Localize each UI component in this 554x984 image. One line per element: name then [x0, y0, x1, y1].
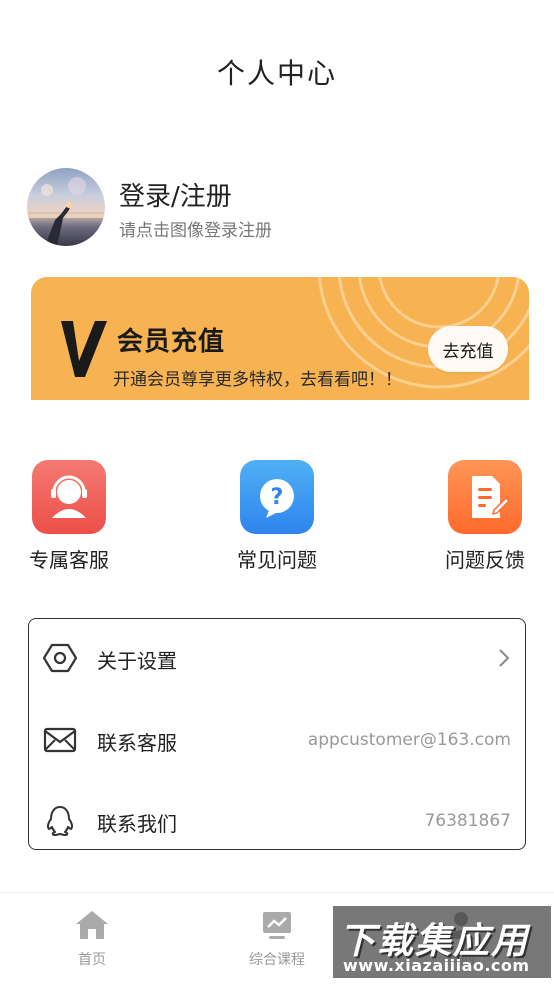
feedback-doc-icon [448, 460, 522, 534]
vip-card[interactable]: 会员充值 开通会员尊享更多特权，去看看吧！！ 去充值 [31, 277, 529, 400]
menu-item-contact-service[interactable]: 联系客服 appcustomer@163.com [29, 711, 525, 771]
menu-item-contact-us[interactable]: 联系我们 76381867 [29, 792, 525, 852]
vip-v-logo-icon [61, 321, 107, 377]
login-subtitle: 请点击图像登录注册 [119, 221, 272, 241]
avatar-image-icon [27, 177, 105, 246]
quick-faq[interactable]: ? 常见问题 [212, 460, 342, 573]
profile-section[interactable]: 登录/注册 请点击图像登录注册 [27, 168, 527, 248]
avatar[interactable] [27, 168, 105, 246]
tab-label: 首页 [78, 952, 106, 968]
menu-label: 联系客服 [97, 731, 177, 755]
quick-label: 专属客服 [29, 548, 109, 572]
tab-home[interactable]: 首页 [42, 909, 142, 969]
menu-label: 联系我们 [97, 812, 177, 836]
watermark-overlay: 下载集应用 www.xiazaiiiao.com [333, 906, 551, 978]
login-title[interactable]: 登录/注册 [119, 176, 232, 213]
mail-icon [43, 727, 77, 753]
quick-label: 常见问题 [237, 548, 317, 572]
quick-feedback[interactable]: 问题反馈 [420, 460, 550, 573]
home-icon [76, 911, 108, 939]
svg-text:?: ? [271, 485, 284, 510]
customer-service-icon [32, 460, 106, 534]
page-title: 个人中心 [216, 57, 337, 90]
recharge-button[interactable]: 去充值 [428, 326, 508, 372]
watermark-url: www.xiazaiiiao.com [343, 956, 530, 975]
tab-label: 综合课程 [249, 952, 305, 968]
chevron-right-icon [499, 649, 510, 667]
contact-email: appcustomer@163.com [307, 730, 511, 750]
contact-qq-number: 76381867 [424, 811, 511, 831]
question-bubble-icon: ? [240, 460, 314, 534]
menu-label: 关于设置 [97, 649, 177, 673]
quick-label: 问题反馈 [445, 548, 525, 572]
quick-customer-service[interactable]: 专属客服 [4, 460, 134, 573]
qq-penguin-icon [46, 806, 74, 836]
vip-title: 会员充值 [117, 327, 226, 357]
vip-description: 开通会员尊享更多特权，去看看吧！！ [113, 370, 402, 390]
course-icon [263, 912, 291, 939]
hexagon-settings-icon [43, 643, 77, 673]
menu-item-settings[interactable]: 关于设置 [29, 629, 525, 689]
settings-menu: 关于设置 联系客服 appcustomer@163.com 联系我们 76381… [28, 618, 526, 850]
tab-courses[interactable]: 综合课程 [227, 909, 327, 969]
